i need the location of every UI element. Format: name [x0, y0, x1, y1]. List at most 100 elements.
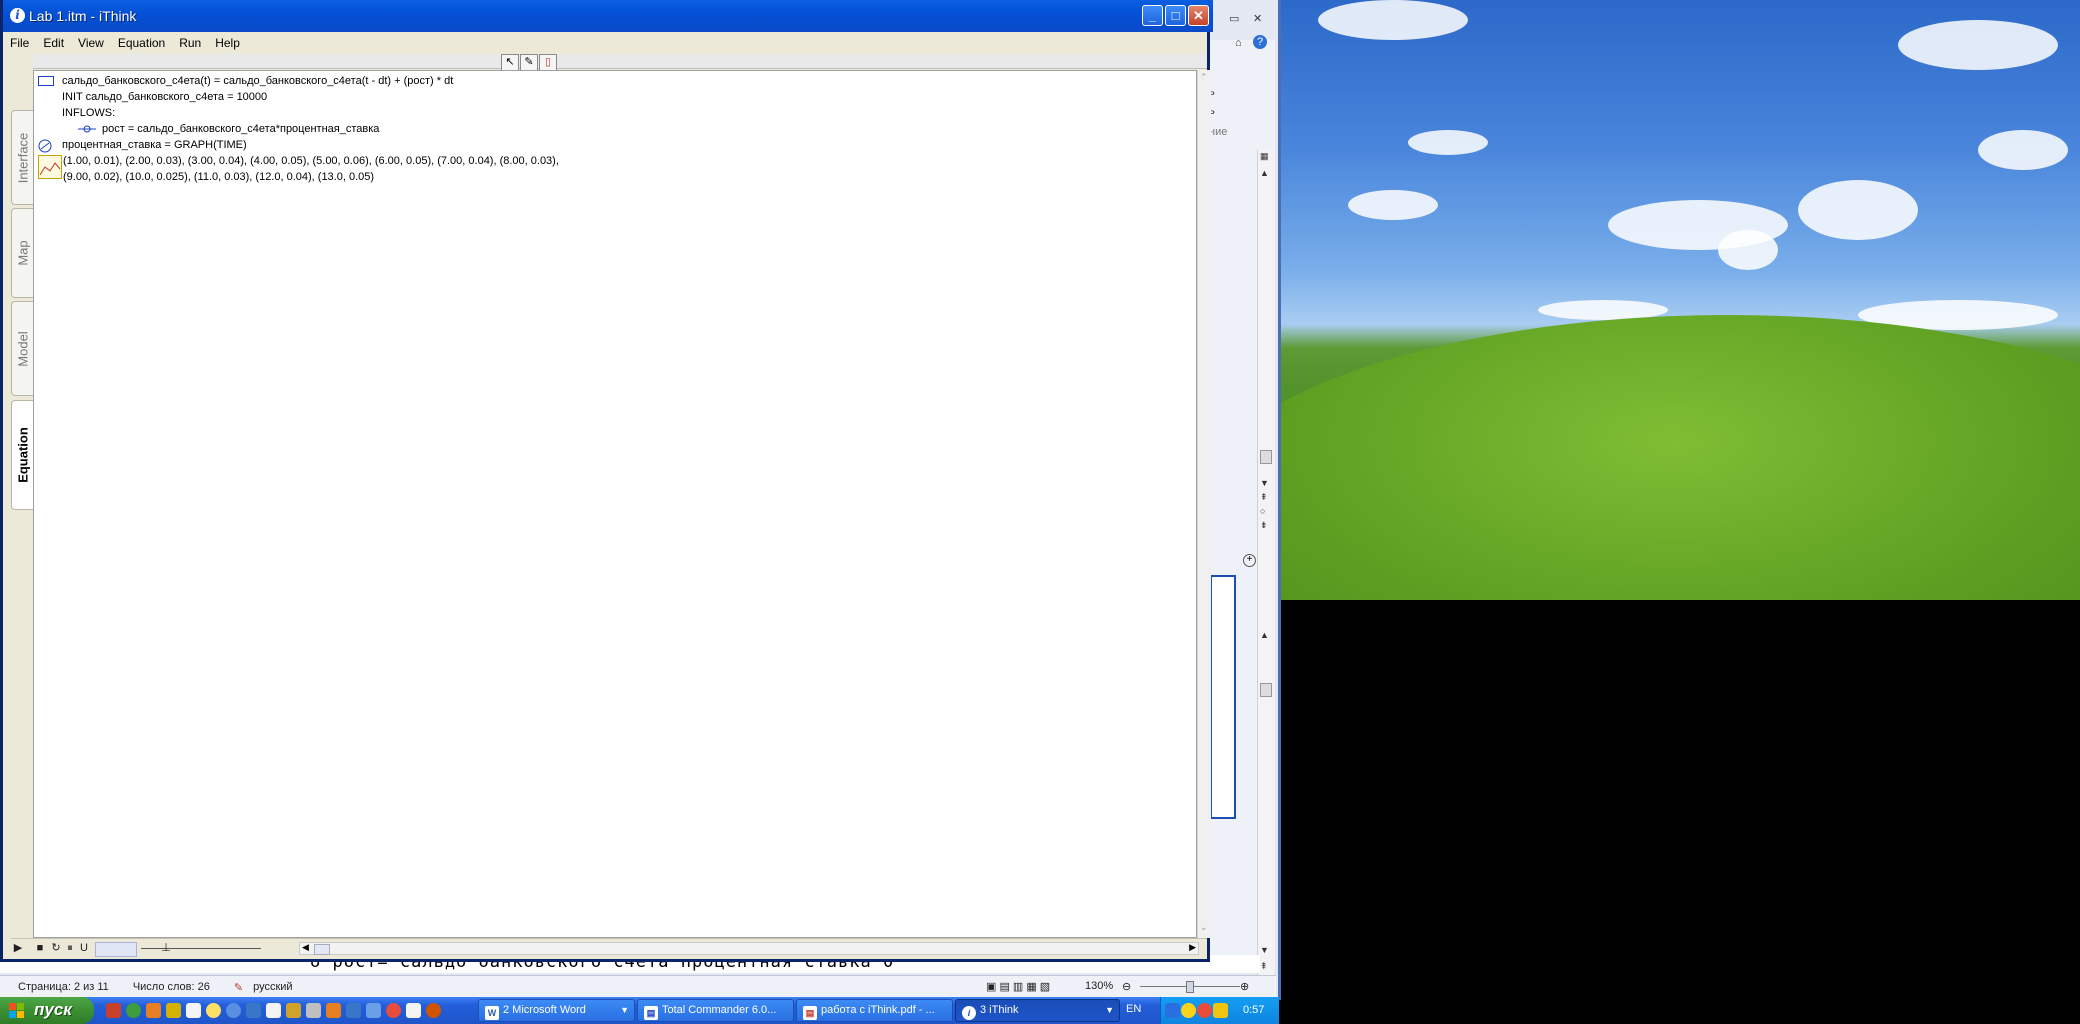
tab-equation[interactable]: Equation [11, 400, 33, 510]
menu-edit[interactable]: Edit [36, 36, 71, 50]
restart-icon[interactable]: ↻ [49, 941, 63, 956]
group-dropdown-icon[interactable]: ▼ [620, 1000, 629, 1021]
speed-indicator[interactable] [95, 942, 137, 957]
minimize-button[interactable]: _ [1142, 5, 1163, 26]
maximize-button[interactable]: □ [1165, 5, 1186, 26]
scroll-right-icon[interactable]: ▶ [1189, 942, 1196, 953]
zoom-out-icon[interactable]: ⊖ [1122, 980, 1131, 993]
eq-graph-line-2[interactable]: (9.00, 0.02), (10.0, 0.025), (11.0, 0.03… [63, 171, 374, 183]
quicklaunch-app-icon-13[interactable] [346, 1003, 361, 1018]
speed-slider-thumb-icon[interactable]: ⊥ [159, 941, 173, 956]
eq-flow[interactable]: рост = сальдо_банковского_с4ета*процентн… [102, 123, 379, 135]
scroll-up-arrow-icon[interactable]: ⌃ [1200, 72, 1208, 83]
word-task-icon: W [485, 1006, 499, 1020]
start-label: пуск [34, 1000, 72, 1019]
word-vertical-scrollbar-top[interactable]: ▦ ▲ ▼ ⇞ ○ ⇟ [1257, 150, 1274, 600]
word-vertical-scrollbar-bottom[interactable]: ▲ ▼ ⇞ ○ ⇟ [1257, 575, 1274, 1005]
quicklaunch-app-icon-7[interactable] [226, 1003, 241, 1018]
horizontal-scrollbar[interactable]: ◀ ▶ [299, 942, 1199, 955]
menu-help[interactable]: Help [208, 36, 247, 50]
eq-stock[interactable]: сальдо_банковского_с4ета(t) = сальдо_бан… [62, 75, 453, 87]
scroll-down-arrow-icon[interactable]: ⌄ [1200, 922, 1208, 933]
start-button[interactable]: пуск [0, 997, 94, 1024]
status-words[interactable]: Число слов: 26 [133, 981, 210, 993]
scroll-left-icon[interactable]: ◀ [302, 942, 309, 953]
task-button-pdf[interactable]: ▤ работа с iThink.pdf - ... [796, 999, 953, 1022]
quicklaunch-app-icon-4[interactable] [166, 1003, 181, 1018]
zoom-plus-circle[interactable]: + [1223, 550, 1273, 568]
stop-icon[interactable]: ■ [33, 941, 47, 956]
stock-icon [38, 76, 54, 89]
menu-view[interactable]: View [71, 36, 111, 50]
eq-init[interactable]: INIT сальдо_банковского_с4ета = 10000 [62, 91, 267, 103]
group-dropdown-icon-2[interactable]: ▼ [1105, 1000, 1114, 1021]
tray-volume-icon[interactable] [1213, 1003, 1228, 1018]
scroll-up-icon[interactable]: ▲ [1260, 168, 1269, 178]
quicklaunch-app-icon-10[interactable] [286, 1003, 301, 1018]
browse-object-icon[interactable]: ○ [1260, 506, 1265, 516]
word-status-bar: Страница: 2 из 11 Число слов: 26 ✎ русск… [0, 975, 1276, 998]
quicklaunch-app-icon-15[interactable] [386, 1003, 401, 1018]
status-language[interactable]: русский [253, 981, 292, 993]
eq-inflows-label: INFLOWS: [62, 107, 116, 119]
run-icon[interactable]: ▶ [11, 941, 25, 956]
ithink-title-bar[interactable]: i Lab 1.itm - iThink _ □ ✕ [3, 0, 1213, 32]
quicklaunch-app-icon-12[interactable] [326, 1003, 341, 1018]
scroll-up-icon-2[interactable]: ▲ [1260, 630, 1269, 640]
graph-icon [38, 155, 62, 182]
menu-file[interactable]: File [3, 36, 36, 50]
equation-vertical-scrollbar[interactable]: ⌃ ⌄ [1197, 70, 1211, 938]
language-indicator[interactable]: EN [1126, 1003, 1141, 1015]
hscroll-thumb[interactable] [314, 944, 330, 955]
tab-model[interactable]: Model [11, 301, 33, 396]
window-title: Lab 1.itm - iThink [29, 8, 137, 24]
u-icon[interactable]: U [77, 941, 91, 956]
scroll-down-icon-2[interactable]: ▼ [1260, 945, 1269, 955]
task-button-ithink[interactable]: i3 iThink ▼ [955, 999, 1120, 1022]
ribbon-collapse-icon[interactable]: ⌂ [1235, 37, 1242, 49]
task-button-total-commander[interactable]: ▤ Total Commander 6.0... [637, 999, 794, 1022]
tray-antivirus-icon[interactable] [1197, 1003, 1212, 1018]
equation-area[interactable]: сальдо_банковского_с4ета(t) = сальдо_бан… [33, 70, 1197, 938]
scroll-thumb[interactable] [1260, 450, 1272, 464]
spellcheck-icon[interactable]: ✎ [234, 981, 243, 994]
tab-interface[interactable]: Interface [11, 110, 33, 205]
run-controls-bar: ▶ ■ ↻ ⏸ U ⊥ ◀ ▶ [11, 938, 1207, 959]
close-button[interactable]: ✕ [1188, 5, 1209, 26]
status-page[interactable]: Страница: 2 из 11 [18, 981, 109, 993]
zoom-level[interactable]: 130% [1085, 980, 1113, 992]
quicklaunch-app-icon-17[interactable] [426, 1003, 441, 1018]
quicklaunch-app-icon-11[interactable] [306, 1003, 321, 1018]
ruler-icon[interactable]: ▦ [1260, 151, 1269, 162]
zoom-slider-thumb[interactable] [1186, 981, 1194, 993]
word-close-icon[interactable]: ✕ [1253, 12, 1262, 25]
quicklaunch-app-icon-2[interactable] [126, 1003, 141, 1018]
quicklaunch-app-icon-3[interactable] [146, 1003, 161, 1018]
task-button-word[interactable]: W2 Microsoft Word ▼ [478, 999, 635, 1022]
prev-page-icon[interactable]: ⇞ [1260, 492, 1268, 503]
tray-app-icon[interactable] [1181, 1003, 1196, 1018]
quicklaunch-app-icon-9[interactable] [266, 1003, 281, 1018]
zoom-in-icon[interactable]: ⊕ [1240, 980, 1249, 993]
menu-equation[interactable]: Equation [111, 36, 172, 50]
clock[interactable]: 0:57 [1243, 1004, 1264, 1016]
quicklaunch-app-icon-16[interactable] [406, 1003, 421, 1018]
view-mode-icons[interactable]: ▣ ▤ ▥ ▦ ▧ [986, 980, 1050, 993]
prev-page-icon-2[interactable]: ⇞ [1260, 961, 1268, 972]
quicklaunch-app-icon-8[interactable] [246, 1003, 261, 1018]
eq-converter[interactable]: процентная_ставка = GRAPH(TIME) [62, 139, 247, 151]
quicklaunch-app-icon-14[interactable] [366, 1003, 381, 1018]
scroll-down-icon[interactable]: ▼ [1260, 478, 1269, 488]
tab-map[interactable]: Map [11, 208, 33, 298]
help-icon[interactable]: ? [1253, 35, 1267, 49]
menu-run[interactable]: Run [172, 36, 208, 50]
word-minimize-icon[interactable]: ▭ [1229, 12, 1239, 25]
pause-icon[interactable]: ⏸ [63, 941, 77, 956]
quicklaunch-app-icon-5[interactable] [186, 1003, 201, 1018]
scroll-thumb-2[interactable] [1260, 683, 1272, 697]
tray-network-icon[interactable] [1165, 1003, 1180, 1018]
next-page-icon[interactable]: ⇟ [1260, 520, 1268, 531]
eq-graph-line-1[interactable]: (1.00, 0.01), (2.00, 0.03), (3.00, 0.04)… [63, 155, 559, 167]
quicklaunch-app-icon-6[interactable] [206, 1003, 221, 1018]
quicklaunch-app-icon-1[interactable] [106, 1003, 121, 1018]
